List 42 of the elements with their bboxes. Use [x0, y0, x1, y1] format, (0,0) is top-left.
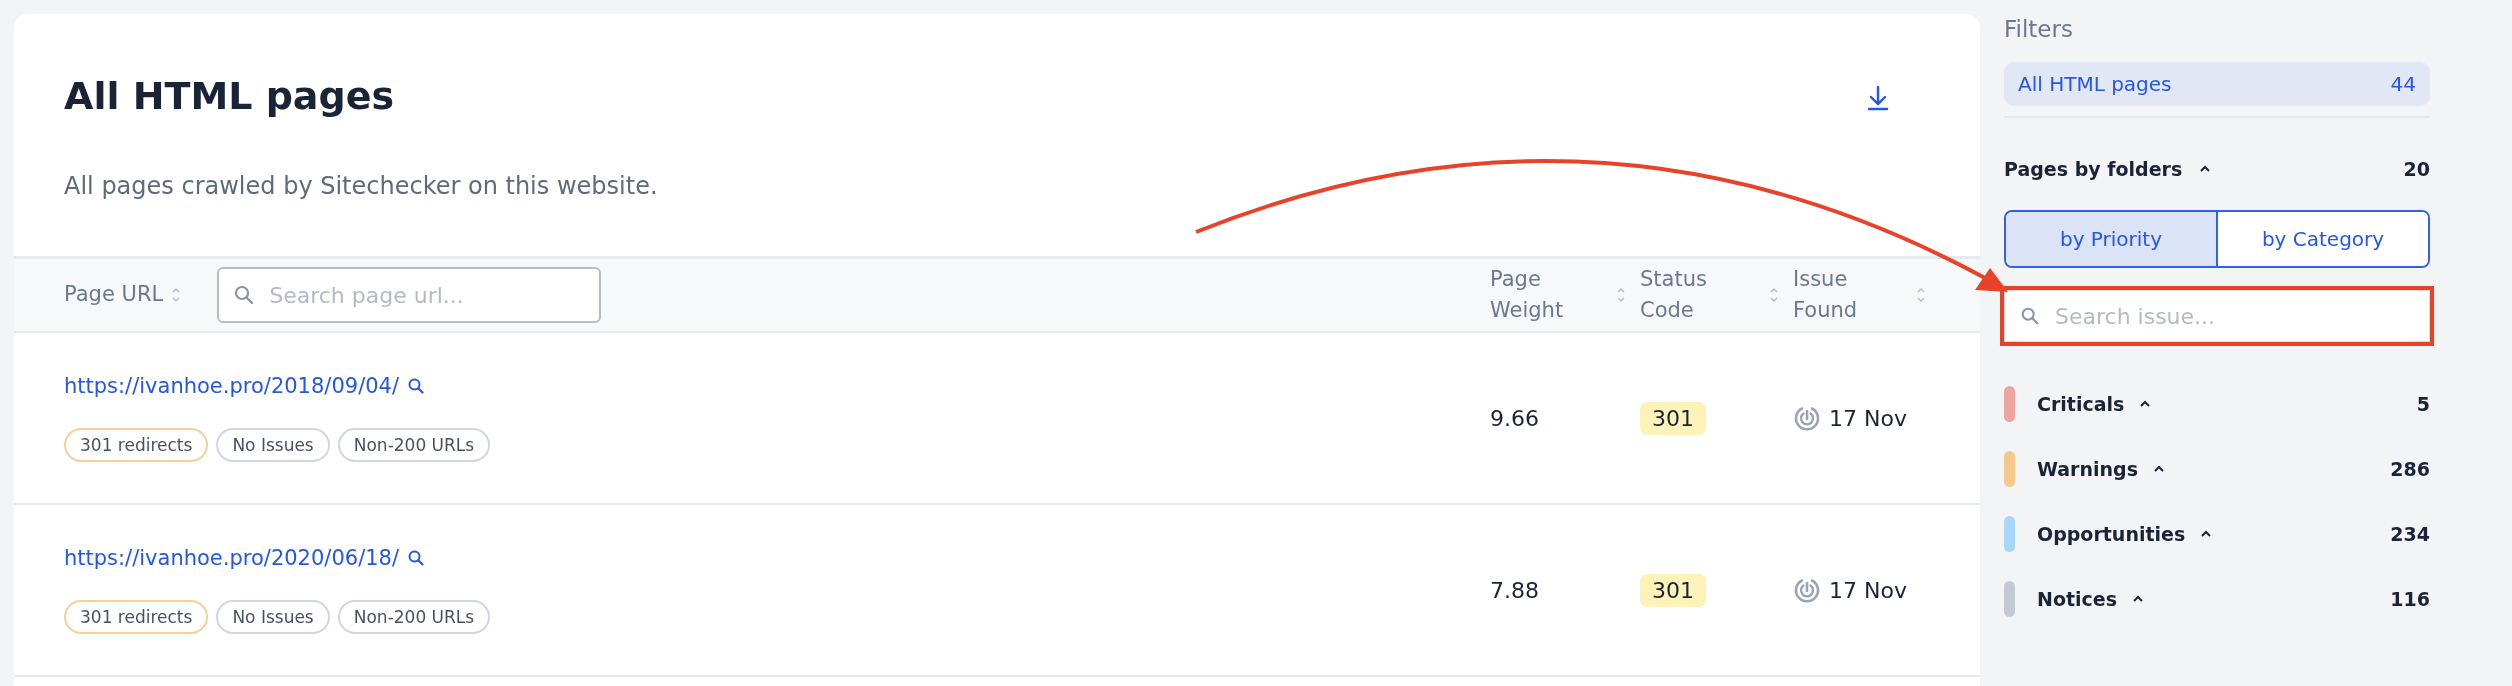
issue-tag[interactable]: Non-200 URLs [337, 600, 491, 634]
category-count: 286 [2390, 458, 2430, 480]
column-header[interactable]: Page URL [64, 279, 164, 311]
search-icon [233, 284, 256, 306]
category-count: 116 [2390, 588, 2430, 610]
issue-tag[interactable]: No Issues [216, 428, 330, 462]
page-link[interactable]: https://ivanhoe.pro/2020/06/18/ [64, 546, 399, 570]
search-icon[interactable] [407, 549, 425, 567]
category-count: 5 [2416, 393, 2430, 415]
issue-tag[interactable]: No Issues [216, 600, 330, 634]
search-field[interactable]: Search issue... [2004, 290, 2430, 342]
page-title: All HTML pages [64, 74, 395, 118]
status-code: 301 [1640, 573, 1706, 607]
column-header[interactable]: Status Code [1640, 263, 1707, 327]
category-label[interactable]: Notices [2037, 588, 2117, 610]
filters-title: Filters [2004, 16, 2074, 42]
status-code: 301 [1640, 401, 1706, 435]
page-weight: 7.88 [1490, 577, 1539, 603]
search-field[interactable]: Search page url... [217, 267, 602, 323]
issue-tag[interactable]: 301 redirects [64, 428, 209, 462]
issue-tag[interactable]: 301 redirects [64, 600, 209, 634]
found-date: 17 Nov [1829, 577, 1907, 603]
category-label[interactable]: Warnings [2037, 458, 2138, 480]
caret-icon[interactable] [2131, 594, 2145, 604]
found-date: 17 Nov [1829, 405, 1907, 431]
filter-item[interactable]: All HTML pages 44 [2004, 62, 2430, 106]
view-tab[interactable]: by Category [2216, 212, 2428, 266]
page-weight: 9.66 [1490, 405, 1539, 431]
view-tab[interactable]: by Priority [2006, 212, 2216, 266]
category-label[interactable]: Opportunities [2037, 523, 2186, 545]
search-icon[interactable] [407, 377, 425, 395]
page-description: All pages crawled by Sitechecker on this website. [64, 172, 659, 202]
section-title: Pages by folders [2004, 158, 2183, 180]
page-link[interactable]: https://ivanhoe.pro/2018/09/04/ [64, 374, 399, 398]
folder-count: 20 [2403, 158, 2430, 180]
download-icon[interactable] [1866, 85, 1890, 111]
category-label[interactable]: Criticals [2037, 393, 2125, 415]
column-header[interactable]: Page Weight [1490, 263, 1564, 327]
category-count: 234 [2390, 523, 2430, 545]
column-header[interactable]: Issue Found [1793, 263, 1858, 327]
search-icon [2020, 306, 2040, 326]
issue-tag[interactable]: Non-200 URLs [337, 428, 491, 462]
